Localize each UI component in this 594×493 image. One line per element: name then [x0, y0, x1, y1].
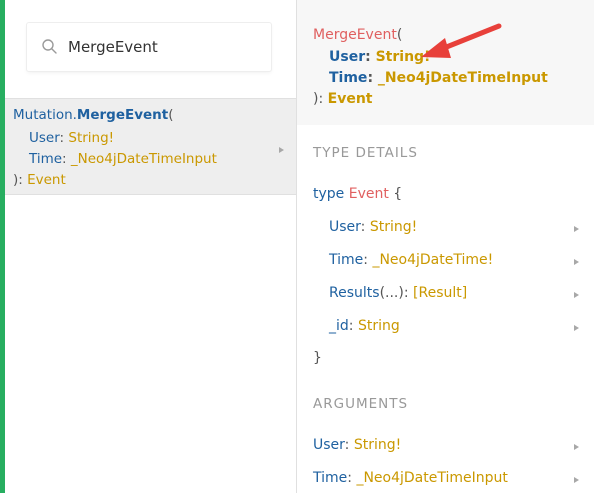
result-arg-type[interactable]: _Neo4jDateTimeInput — [71, 151, 217, 167]
field-sep: : — [348, 318, 358, 334]
type-name: Event — [348, 186, 389, 202]
result-arg-user: User: String! — [29, 130, 114, 146]
doc-arg-type[interactable]: _Neo4jDateTimeInput — [378, 70, 548, 86]
field-row-id[interactable]: _id: String — [329, 318, 400, 334]
field-name[interactable]: Time — [329, 252, 363, 268]
doc-arg-sep: : — [367, 70, 378, 86]
chevron-right-icon — [279, 147, 284, 153]
doc-header-return-line: ): Event — [313, 91, 372, 107]
result-close: ): — [13, 172, 28, 188]
doc-header: MergeEvent( User: String! Time: _Neo4jDa… — [297, 0, 594, 125]
result-signature-line: Mutation.MergeEvent( — [13, 107, 174, 123]
argument-type[interactable]: String! — [354, 437, 401, 453]
type-keyword: type — [313, 186, 345, 202]
open-brace: { — [393, 186, 403, 202]
field-type[interactable]: String — [358, 318, 400, 334]
doc-header-name-line: MergeEvent( — [313, 27, 402, 43]
result-arg-name: Time — [29, 151, 63, 167]
argument-name[interactable]: Time — [313, 470, 347, 486]
result-open-paren: ( — [168, 107, 174, 123]
chevron-right-icon — [574, 444, 579, 450]
search-input[interactable] — [68, 34, 263, 60]
result-prefix: Mutation. — [13, 107, 77, 123]
chevron-right-icon — [574, 226, 579, 232]
field-row-time[interactable]: Time: _Neo4jDateTime! — [329, 252, 493, 268]
doc-header-arg-time: Time: _Neo4jDateTimeInput — [329, 70, 548, 86]
field-row-user[interactable]: User: String! — [329, 219, 417, 235]
argument-row-user[interactable]: User: String! — [313, 437, 401, 453]
search-result-mergeevent[interactable]: Mutation.MergeEvent( User: String! Time:… — [5, 98, 296, 195]
doc-arg-name: User — [329, 49, 366, 65]
field-type[interactable]: _Neo4jDateTime! — [372, 252, 493, 268]
argument-type[interactable]: _Neo4jDateTimeInput — [356, 470, 507, 486]
result-arg-time: Time: _Neo4jDateTimeInput — [29, 151, 217, 167]
field-sep: : — [360, 219, 370, 235]
argument-row-time[interactable]: Time: _Neo4jDateTimeInput — [313, 470, 508, 486]
search-icon — [42, 39, 57, 54]
type-declaration: type Event { — [313, 186, 402, 202]
field-name[interactable]: _id — [329, 318, 349, 334]
argument-sep: : — [344, 437, 354, 453]
doc-arg-name: Time — [329, 70, 368, 86]
chevron-right-icon — [574, 292, 579, 298]
result-arg-type[interactable]: String! — [68, 130, 114, 146]
field-row-results[interactable]: Results(...): [Result] — [329, 285, 467, 301]
result-return-type[interactable]: Event — [27, 172, 66, 188]
doc-header-open-paren: ( — [396, 27, 403, 43]
field-type[interactable]: [Result] — [413, 285, 467, 301]
field-args[interactable]: (...) — [380, 285, 404, 301]
search-box[interactable] — [27, 23, 271, 71]
field-sep: : — [403, 285, 414, 301]
field-name[interactable]: User — [329, 219, 361, 235]
doc-header-return-type[interactable]: Event — [328, 91, 373, 107]
result-name[interactable]: MergeEvent — [77, 107, 168, 123]
chevron-right-icon — [574, 259, 579, 265]
doc-pane: MergeEvent( User: String! Time: _Neo4jDa… — [297, 0, 594, 493]
red-arrow-icon — [421, 23, 502, 58]
doc-arg-sep: : — [365, 49, 376, 65]
search-pane: Mutation.MergeEvent( User: String! Time:… — [5, 0, 296, 493]
result-arg-name: User — [29, 130, 60, 146]
chevron-right-icon — [574, 325, 579, 331]
field-name[interactable]: Results — [329, 285, 380, 301]
doc-header-close: ): — [313, 91, 328, 107]
chevron-right-icon — [574, 477, 579, 483]
arguments-heading: ARGUMENTS — [313, 396, 409, 412]
field-type[interactable]: String! — [370, 219, 417, 235]
result-arg-sep: : — [62, 151, 71, 167]
result-return-line: ): Event — [13, 172, 66, 188]
argument-name[interactable]: User — [313, 437, 345, 453]
close-brace: } — [313, 350, 322, 366]
doc-header-name: MergeEvent — [313, 27, 397, 43]
type-details-heading: TYPE DETAILS — [313, 145, 418, 161]
